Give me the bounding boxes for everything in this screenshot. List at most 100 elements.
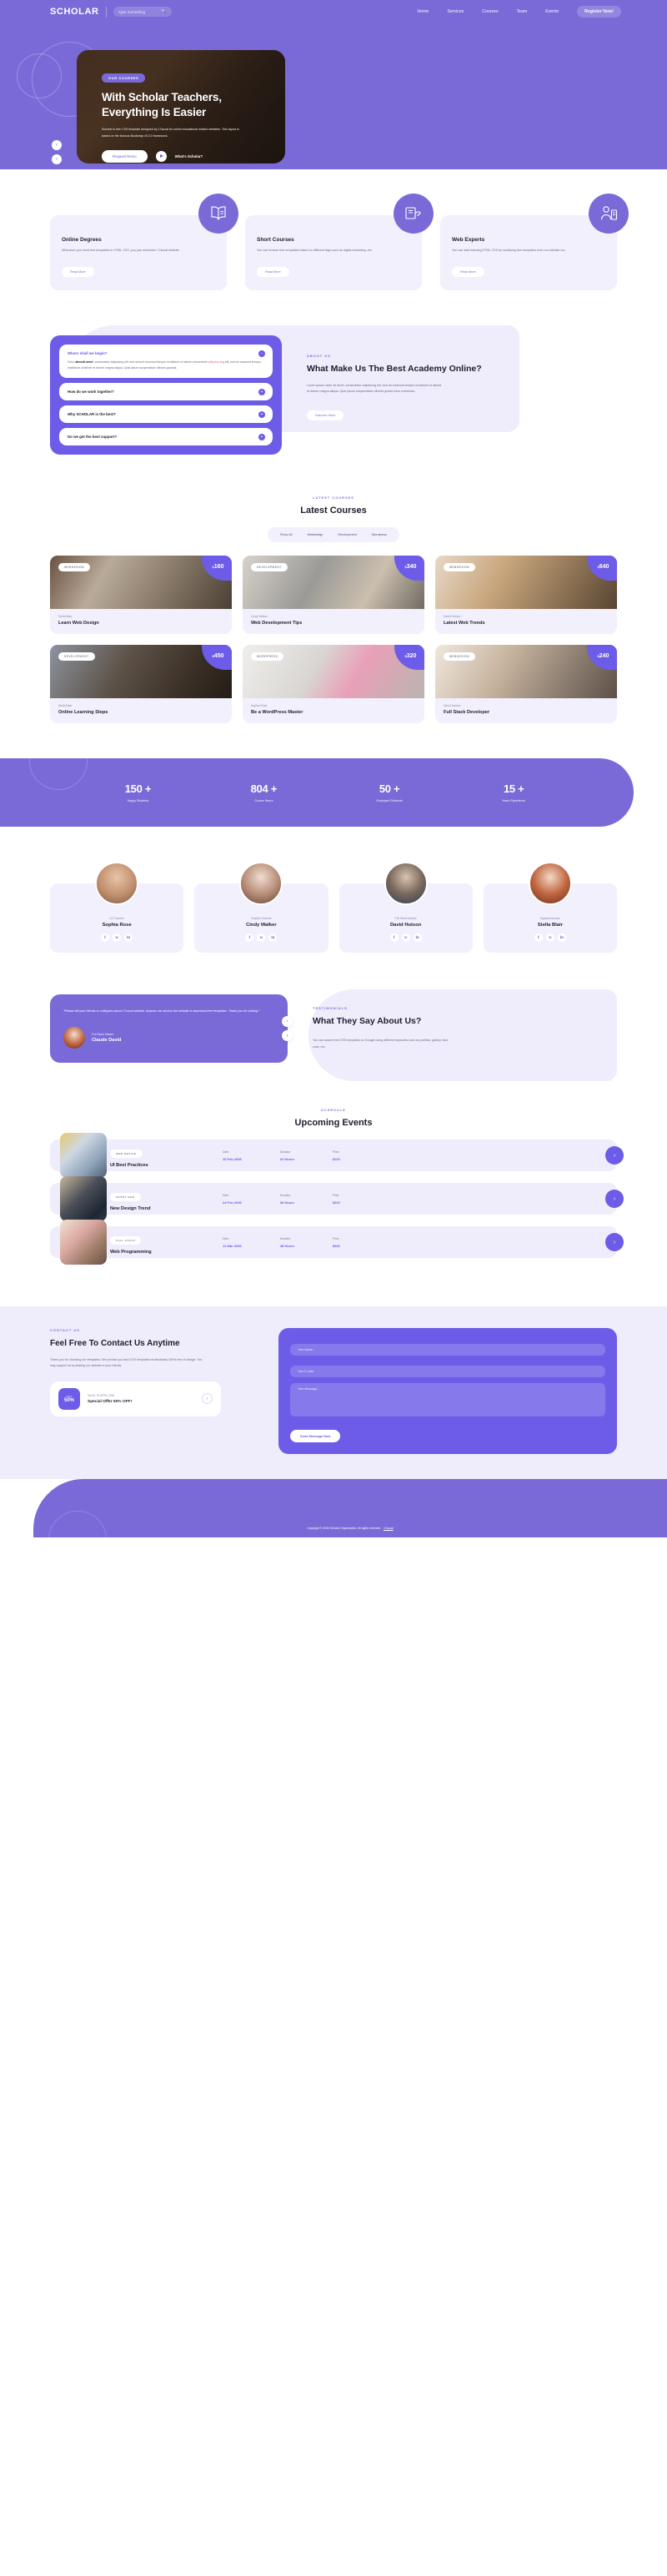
nav-item-events[interactable]: Events xyxy=(545,9,559,14)
social-links: f w in xyxy=(55,933,178,943)
twitter-icon[interactable]: w xyxy=(257,933,266,943)
nav-item-courses[interactable]: Courses xyxy=(482,9,498,14)
request-demo-button[interactable]: Request Demo xyxy=(102,149,148,163)
discover-more-button[interactable]: Discover More xyxy=(307,410,344,421)
read-more-button[interactable]: Read More xyxy=(62,266,94,277)
nav-item-home[interactable]: Home xyxy=(417,9,429,14)
twitter-icon[interactable]: w xyxy=(545,933,554,943)
event-category: FULL STACK xyxy=(110,1235,142,1245)
accordion-question[interactable]: How do we work together? xyxy=(68,390,264,394)
testimonial-prev-button[interactable]: ‹ xyxy=(282,1016,293,1028)
accordion-question[interactable]: Do we get the best support? xyxy=(68,435,264,439)
contact-paragraph: Thank you for choosing our templates. We… xyxy=(50,1357,203,1368)
avatar xyxy=(528,862,572,906)
filter-show-all[interactable]: Show All xyxy=(273,531,300,539)
event-duration-block: Duration: 48 Hours xyxy=(280,1237,294,1248)
accordion-question[interactable]: Why SCHOLAR is the best? xyxy=(68,412,264,416)
filter-wordpress[interactable]: Wordpress xyxy=(364,531,394,539)
email-field[interactable] xyxy=(290,1366,605,1378)
event-row[interactable]: FRONT END New Design Trend Date: 24 Feb … xyxy=(50,1176,624,1222)
event-row[interactable]: WEB DESIGN UI Best Practices Date: 16 Fe… xyxy=(50,1133,624,1179)
accordion-item[interactable]: Why SCHOLAR is the best? + xyxy=(59,405,273,424)
filter-development[interactable]: Development xyxy=(330,531,364,539)
course-name[interactable]: Online Learning Steps xyxy=(58,710,223,715)
search-input[interactable] xyxy=(118,9,158,14)
event-price-label: Price: xyxy=(332,1193,340,1197)
course-body: Sophia Rose Be a WordPress Master xyxy=(243,698,424,723)
twitter-icon[interactable]: w xyxy=(401,933,410,943)
linkedin-icon[interactable]: in xyxy=(557,933,566,943)
chevron-right-icon[interactable]: › xyxy=(202,1393,213,1405)
contact-heading: Feel Free To Contact Us Anytime xyxy=(50,1339,180,1349)
filter-webdesign[interactable]: Webdesign xyxy=(299,531,330,539)
course-name[interactable]: Latest Web Trends xyxy=(444,621,609,626)
event-name: UI Best Practices xyxy=(110,1162,148,1168)
accordion-item[interactable]: Do we get the best support? + xyxy=(59,428,273,446)
play-icon[interactable] xyxy=(155,150,167,162)
course-category: WEBDESIGN xyxy=(444,563,475,572)
read-more-button[interactable]: Read More xyxy=(452,266,484,277)
accordion-toggle-icon[interactable]: − xyxy=(258,350,265,357)
read-more-button[interactable]: Read More xyxy=(257,266,289,277)
course-card[interactable]: WEBDESIGN $640 David Hutson Latest Web T… xyxy=(435,556,617,635)
register-now-button[interactable]: Register Now! xyxy=(577,6,621,18)
twitter-icon[interactable]: w xyxy=(113,933,122,943)
event-row[interactable]: FULL STACK Web Programming Date: 12 Mar … xyxy=(50,1220,624,1265)
accordion-toggle-icon[interactable]: + xyxy=(258,434,265,441)
course-card[interactable]: DEVELOPMENT $450 Stella Blair Online Lea… xyxy=(50,645,232,724)
facebook-icon[interactable]: f xyxy=(101,933,110,943)
stat-label: Happy Students xyxy=(127,799,149,803)
nav-item-team[interactable]: Team xyxy=(517,9,528,14)
event-go-button[interactable]: › xyxy=(605,1190,624,1209)
team-role: Digital Animator xyxy=(540,917,560,921)
course-card[interactable]: WORDPRESS $320 Sophia Rose Be a WordPres… xyxy=(243,645,424,724)
event-go-button[interactable]: › xyxy=(605,1233,624,1252)
name-field[interactable] xyxy=(290,1344,605,1356)
event-duration-block: Duration: 22 Hours xyxy=(280,1150,294,1161)
event-go-button[interactable]: › xyxy=(605,1146,624,1165)
event-duration-value: 22 Hours xyxy=(279,1156,294,1161)
course-price: $640 xyxy=(587,556,617,581)
course-name[interactable]: Web Development Tips xyxy=(251,621,416,626)
nav-item-services[interactable]: Services xyxy=(447,9,464,14)
linkedin-icon[interactable]: in xyxy=(124,933,133,943)
hero-next-button[interactable]: › xyxy=(52,154,62,164)
send-message-button[interactable]: Send Message Now xyxy=(290,1430,341,1443)
service-title: Short Courses xyxy=(257,237,294,243)
search-box[interactable]: 🔍 xyxy=(113,7,172,17)
message-field[interactable] xyxy=(290,1383,605,1417)
course-name[interactable]: Learn Web Design xyxy=(58,621,223,626)
stat-value: 50 + xyxy=(379,782,400,796)
testimonial-name: Claude David xyxy=(92,1038,122,1044)
accordion-toggle-icon[interactable]: + xyxy=(258,411,265,419)
credit-link[interactable]: 17sucai xyxy=(384,1527,394,1530)
testimonial-next-button[interactable]: › xyxy=(282,1030,293,1042)
facebook-icon[interactable]: f xyxy=(389,933,399,943)
service-title: Online Degrees xyxy=(62,237,102,243)
whats-scholar-label[interactable]: What's Scholar? xyxy=(175,154,203,158)
course-thumbnail: WORDPRESS $320 xyxy=(243,645,424,699)
course-card[interactable]: WEBDESIGN $160 Stella Blair Learn Web De… xyxy=(50,556,232,635)
facebook-icon[interactable]: f xyxy=(245,933,254,943)
logo-divider xyxy=(105,6,107,18)
event-meta: Date: 16 Feb 2036 Duration: 22 Hours Pri… xyxy=(223,1150,340,1161)
search-icon[interactable]: 🔍 xyxy=(161,9,166,14)
event-price-block: Price: $120 xyxy=(333,1150,340,1161)
hero-prev-button[interactable]: ‹ xyxy=(52,140,62,150)
course-card[interactable]: DEVELOPMENT $340 Cindy Walker Web Develo… xyxy=(243,556,424,635)
site-logo[interactable]: SCHOLAR xyxy=(50,7,99,17)
testimonials-section: "Please tell your friends or collegues a… xyxy=(0,989,667,1082)
facebook-icon[interactable]: f xyxy=(534,933,543,943)
accordion-item[interactable]: How do we work together? + xyxy=(59,383,273,401)
offer-validity: VALID, 24 APRIL 2036 xyxy=(88,1393,115,1397)
accordion-toggle-icon[interactable]: + xyxy=(258,389,265,396)
special-offer-box[interactable]: GET 50% VALID, 24 APRIL 2036 Special Off… xyxy=(50,1381,221,1416)
linkedin-icon[interactable]: in xyxy=(413,933,422,943)
course-name[interactable]: Be a WordPress Master xyxy=(251,710,416,715)
accordion-question[interactable]: Where shall we begin? xyxy=(68,351,264,355)
linkedin-icon[interactable]: in xyxy=(268,933,278,943)
course-name[interactable]: Full Stack Developer xyxy=(444,710,609,715)
offer-title: Special Offer 50% OFF! xyxy=(88,1399,133,1404)
accordion-item-open[interactable]: Where shall we begin? − Dolor almesit am… xyxy=(59,344,273,379)
course-card[interactable]: WEBDESIGN $240 David Hutson Full Stack D… xyxy=(435,645,617,724)
